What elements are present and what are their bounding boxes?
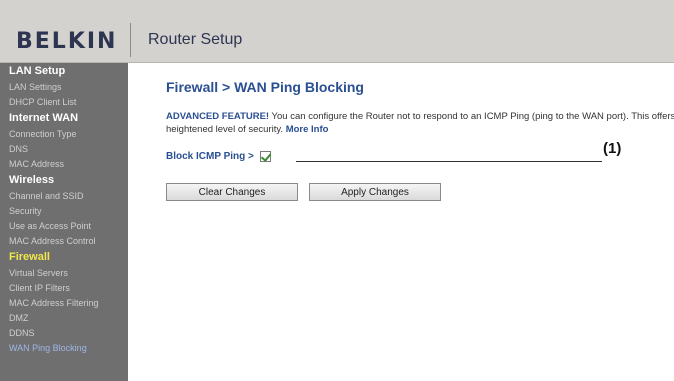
brand-logo: BELKIN (16, 29, 118, 54)
sidebar-item-ddns[interactable]: DDNS (0, 326, 128, 341)
block-icmp-checkbox[interactable] (259, 151, 271, 162)
sidebar-section-wireless[interactable]: Wireless (0, 172, 128, 189)
main-content: Firewall > WAN Ping Blocking ADVANCED FE… (128, 63, 674, 381)
sidebar-item-mac-address[interactable]: MAC Address (0, 157, 128, 172)
callout-line (296, 161, 602, 162)
apply-changes-button[interactable]: Apply Changes (309, 183, 441, 201)
sidebar-item-virtual-servers[interactable]: Virtual Servers (0, 266, 128, 281)
app-header: BELKIN Router Setup (0, 0, 674, 63)
callout-label: (1) (603, 140, 622, 157)
sidebar-item-mac-address-control[interactable]: MAC Address Control (0, 234, 128, 249)
more-info-link[interactable]: More Info (286, 124, 329, 135)
sidebar-section-firewall[interactable]: Firewall (0, 249, 128, 266)
sidebar-section-lan-setup[interactable]: LAN Setup (0, 63, 128, 80)
sidebar-item-security[interactable]: Security (0, 204, 128, 219)
block-icmp-label: Block ICMP Ping > (166, 151, 254, 162)
header-divider (130, 23, 131, 57)
sidebar-item-dmz[interactable]: DMZ (0, 311, 128, 326)
sidebar-item-dhcp-client-list[interactable]: DHCP Client List (0, 95, 128, 110)
app-title: Router Setup (148, 31, 243, 48)
clear-changes-button[interactable]: Clear Changes (166, 183, 298, 201)
sidebar-item-mac-address-filtering[interactable]: MAC Address Filtering (0, 296, 128, 311)
sidebar-item-lan-settings[interactable]: LAN Settings (0, 80, 128, 95)
sidebar-item-connection-type[interactable]: Connection Type (0, 127, 128, 142)
sidebar-item-dns[interactable]: DNS (0, 142, 128, 157)
sidebar-item-use-as-access-point[interactable]: Use as Access Point (0, 219, 128, 234)
sidebar-item-wan-ping-blocking[interactable]: WAN Ping Blocking (0, 341, 128, 356)
sidebar-nav: LAN Setup LAN Settings DHCP Client List … (0, 63, 128, 381)
sidebar-item-channel-and-ssid[interactable]: Channel and SSID (0, 189, 128, 204)
block-icmp-row: Block ICMP Ping > (166, 151, 271, 162)
feature-description: ADVANCED FEATURE! You can configure the … (166, 110, 674, 136)
page-title: Firewall > WAN Ping Blocking (166, 79, 364, 95)
advanced-feature-label: ADVANCED FEATURE! (166, 111, 270, 122)
sidebar-item-client-ip-filters[interactable]: Client IP Filters (0, 281, 128, 296)
sidebar-section-internet-wan[interactable]: Internet WAN (0, 110, 128, 127)
